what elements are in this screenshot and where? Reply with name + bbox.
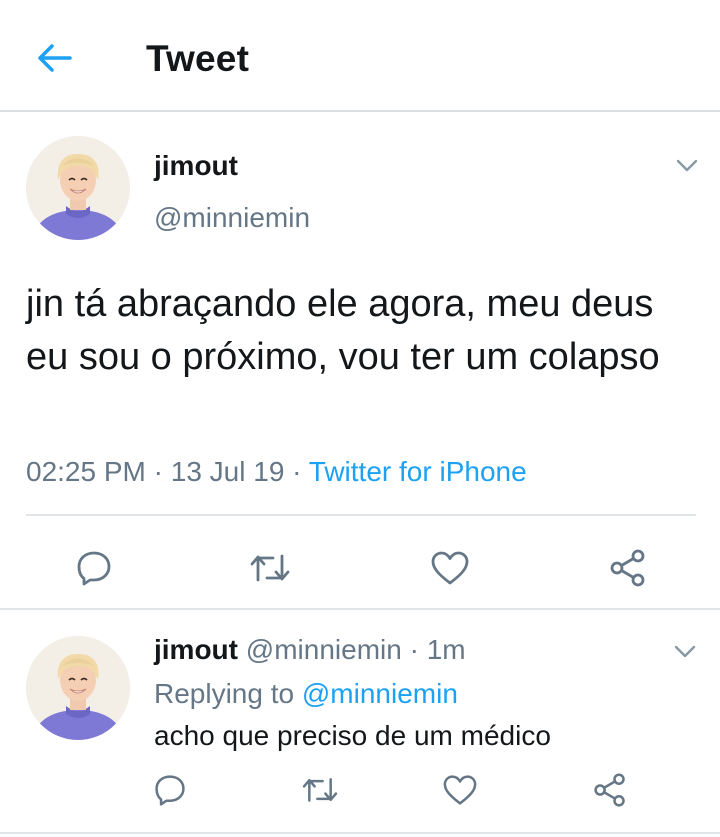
back-button[interactable] [30,36,80,80]
avatar-image [26,636,130,740]
tweet-time: 02:25 PM [26,456,146,487]
retweet-icon [302,778,338,802]
tweet-meta: 02:25 PM · 13 Jul 19 · Twitter for iPhon… [26,456,527,488]
replying-to-label: Replying to [154,678,302,709]
retweet-button[interactable] [298,770,342,810]
reply-header: jimout @minniemin · 1m [154,634,466,666]
share-button[interactable] [606,546,650,590]
author-name[interactable]: jimout [154,634,238,665]
avatar[interactable] [26,636,130,740]
author-handle[interactable]: @minniemin [154,202,310,234]
share-button[interactable] [590,770,630,810]
avatar[interactable] [26,136,130,240]
replying-to: Replying to @minniemin [154,678,458,710]
like-icon [431,551,469,585]
meta-separator: · [284,456,309,487]
main-tweet: jimout @minniemin jin tá abraçando ele a… [0,114,720,610]
share-icon [610,549,645,587]
page-title: Tweet [146,38,250,79]
retweet-button[interactable] [246,546,294,590]
reply-button[interactable] [150,770,190,810]
chevron-down-icon [676,159,698,172]
section-divider [0,608,720,610]
tweet-text: acho que preciso de um médico [154,720,551,751]
top-app-bar: Tweet [0,0,720,112]
divider [0,832,720,834]
reply-icon [77,551,111,586]
tweet-date: 13 Jul 19 [170,456,285,487]
divider [26,514,696,516]
replying-to-mention[interactable]: @minniemin [302,678,458,709]
more-options-button[interactable] [670,154,704,178]
author-name[interactable]: jimout [154,150,238,182]
back-arrow-icon [38,44,72,72]
reply-icon [155,775,185,806]
like-button[interactable] [440,770,480,810]
tweet-source-link[interactable]: Twitter for iPhone [309,456,527,487]
meta-separator: · [145,456,171,487]
more-options-button[interactable] [668,640,702,664]
chevron-down-icon [674,645,696,658]
tweet-text: jin tá abraçando ele agora, meu deus eu … [26,283,660,378]
like-icon [443,775,477,805]
like-button[interactable] [428,546,472,590]
retweet-icon [250,554,290,582]
author-handle[interactable]: @minniemin [246,634,402,665]
meta-separator: · [401,634,427,665]
avatar-image [26,136,130,240]
reply-button[interactable] [72,546,116,590]
share-icon [594,773,625,807]
tweet-age: 1m [426,634,466,665]
